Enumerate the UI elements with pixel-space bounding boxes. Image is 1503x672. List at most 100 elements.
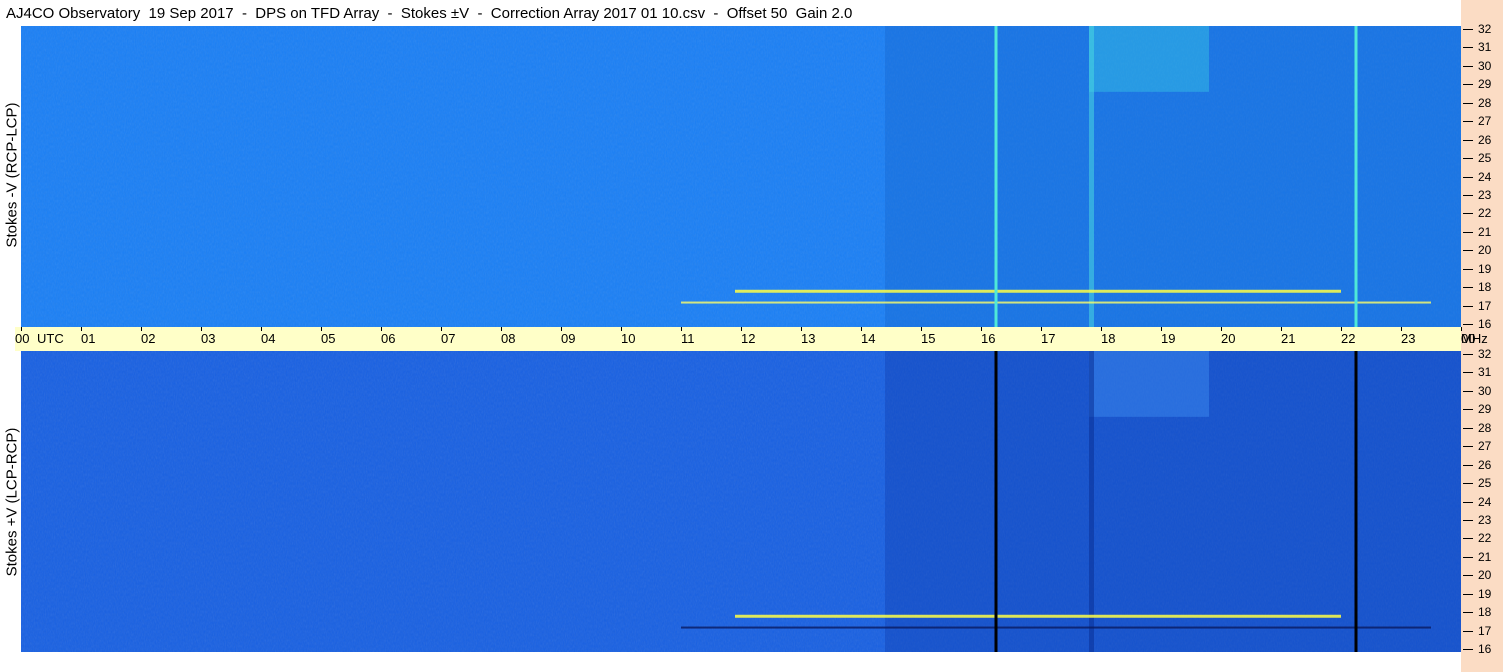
vertical-emission-column — [1089, 26, 1094, 327]
secondary-emission-band — [681, 626, 1431, 629]
frequency-tick-label: 16 — [1478, 317, 1492, 331]
time-tick-label: 03 — [201, 331, 216, 346]
bottom-frequency-axis: 32 31 30 29 28 27 26 25 24 23 22 21 20 19 18 17 16 — [1461, 348, 1503, 656]
frequency-tick-label: 18 — [1478, 605, 1492, 620]
time-tick-label: 23 — [1401, 331, 1416, 346]
vertical-streak-1 — [994, 351, 998, 652]
frequency-tick-mark — [1463, 268, 1473, 270]
enhanced-emission-patch — [1089, 26, 1209, 92]
frequency-tick-label: 29 — [1478, 402, 1492, 417]
frequency-tick-label: 19 — [1478, 586, 1492, 601]
time-axis: 00 01 02 03 04 05 06 07 08 09 10 11 12 13 14 15 16 17 18 19… — [15, 327, 1475, 351]
time-tick-label: 14 — [861, 331, 876, 346]
time-tick-label: 13 — [801, 331, 816, 346]
frequency-tick-mark — [1463, 464, 1473, 466]
frequency-tick-mark — [1463, 305, 1473, 307]
time-tick-label: 17 — [1041, 331, 1056, 346]
frequency-tick-label: 26 — [1478, 132, 1492, 147]
frequency-tick-mark — [1463, 630, 1473, 632]
frequency-tick-mark — [1463, 121, 1473, 123]
frequency-tick-label: 31 — [1478, 365, 1492, 380]
frequency-tick-mark — [1463, 194, 1473, 196]
frequency-tick-mark — [1463, 519, 1473, 521]
frequency-tick-mark — [1463, 390, 1473, 392]
frequency-tick-label: 28 — [1478, 95, 1492, 110]
time-tick-label: 05 — [321, 331, 336, 346]
frequency-tick-label: 20 — [1478, 243, 1492, 258]
time-tick-label: 21 — [1281, 331, 1296, 346]
frequency-tick-mark — [1463, 612, 1473, 614]
frequency-tick-mark — [1463, 575, 1473, 577]
bottom-spectrogram — [21, 351, 1461, 652]
frequency-tick-mark — [1463, 84, 1473, 86]
vertical-emission-column — [1089, 351, 1094, 652]
time-tick-label: 07 — [441, 331, 456, 346]
frequency-tick-mark — [1463, 213, 1473, 215]
time-tick-label: 00 — [15, 331, 30, 346]
top-panel-ylabel-text: Stokes -V (RCP-LCP) — [3, 102, 21, 248]
frequency-tick-mark — [1463, 483, 1473, 485]
frequency-tick-label: 18 — [1478, 280, 1492, 295]
frequency-tick-label: 22 — [1478, 531, 1492, 546]
vertical-streak-2 — [1354, 26, 1358, 327]
frequency-tick-label: 26 — [1478, 457, 1492, 472]
bottom-panel-ylabel-text: Stokes +V (LCP-RCP) — [3, 427, 21, 577]
time-tick-label: 16 — [981, 331, 996, 346]
time-tick-label: 22 — [1341, 331, 1356, 346]
time-tick-label: 12 — [741, 331, 756, 346]
frequency-tick-mark — [1463, 538, 1473, 540]
frequency-tick-label: 17 — [1478, 298, 1492, 313]
time-tick-label: 10 — [621, 331, 636, 346]
frequency-tick-mark — [1463, 287, 1473, 289]
bright-emission-band — [735, 614, 1341, 618]
frequency-tick-mark — [1463, 501, 1473, 503]
frequency-tick-label: 31 — [1478, 40, 1492, 55]
time-tick-label: 08 — [501, 331, 516, 346]
frequency-tick-mark — [1463, 354, 1473, 355]
frequency-tick-mark — [1463, 372, 1473, 374]
time-tick-label: 19 — [1161, 331, 1176, 346]
chart-title: AJ4CO Observatory 19 Sep 2017 - DPS on T… — [6, 5, 853, 22]
frequency-tick-mark — [1463, 139, 1473, 141]
vertical-streak-2 — [1354, 351, 1358, 652]
frequency-tick-label: 25 — [1478, 476, 1492, 491]
frequency-tick-mark — [1463, 47, 1473, 49]
frequency-tick-label: 28 — [1478, 420, 1492, 435]
time-tick-label: 04 — [261, 331, 276, 346]
frequency-tick-label: 19 — [1478, 261, 1492, 276]
frequency-tick-label: 17 — [1478, 623, 1492, 638]
top-spectrogram-plot — [21, 26, 1461, 327]
frequency-tick-label: 21 — [1478, 549, 1492, 564]
frequency-tick-label: 16 — [1478, 642, 1492, 656]
time-axis-utc-label: UTC — [37, 331, 64, 346]
frequency-tick-mark — [1463, 102, 1473, 104]
frequency-tick-label: 21 — [1478, 224, 1492, 239]
frequency-tick-mark — [1463, 427, 1473, 429]
frequency-tick-label: 30 — [1478, 383, 1492, 398]
top-frequency-axis: 32 31 30 29 28 27 26 25 24 23 22 21 20 19 18 17 16 — [1461, 22, 1503, 331]
enhanced-emission-patch — [1089, 351, 1209, 417]
frequency-tick-label: 23 — [1478, 512, 1492, 527]
frequency-tick-label: 22 — [1478, 206, 1492, 221]
time-tick-label: 15 — [921, 331, 936, 346]
time-tick-label: 18 — [1101, 331, 1116, 346]
frequency-tick-mark — [1463, 324, 1473, 325]
frequency-tick-label: 23 — [1478, 187, 1492, 202]
frequency-tick-mark — [1463, 29, 1473, 30]
top-spectrogram — [21, 26, 1461, 327]
bottom-spectrogram-plot — [21, 351, 1461, 652]
frequency-tick-label: 27 — [1478, 439, 1492, 454]
frequency-tick-label: 32 — [1478, 22, 1492, 36]
frequency-unit-label: MHz — [1461, 331, 1488, 346]
frequency-tick-mark — [1463, 176, 1473, 178]
frequency-tick-label: 27 — [1478, 114, 1492, 129]
frequency-tick-label: 25 — [1478, 151, 1492, 166]
frequency-tick-mark — [1463, 65, 1473, 67]
frequency-tick-label: 20 — [1478, 568, 1492, 583]
frequency-tick-label: 24 — [1478, 169, 1492, 184]
time-tick-label: 02 — [141, 331, 156, 346]
frequency-tick-mark — [1463, 231, 1473, 233]
time-tick-label: 01 — [81, 331, 96, 346]
frequency-tick-mark — [1463, 446, 1473, 448]
frequency-tick-mark — [1463, 158, 1473, 160]
